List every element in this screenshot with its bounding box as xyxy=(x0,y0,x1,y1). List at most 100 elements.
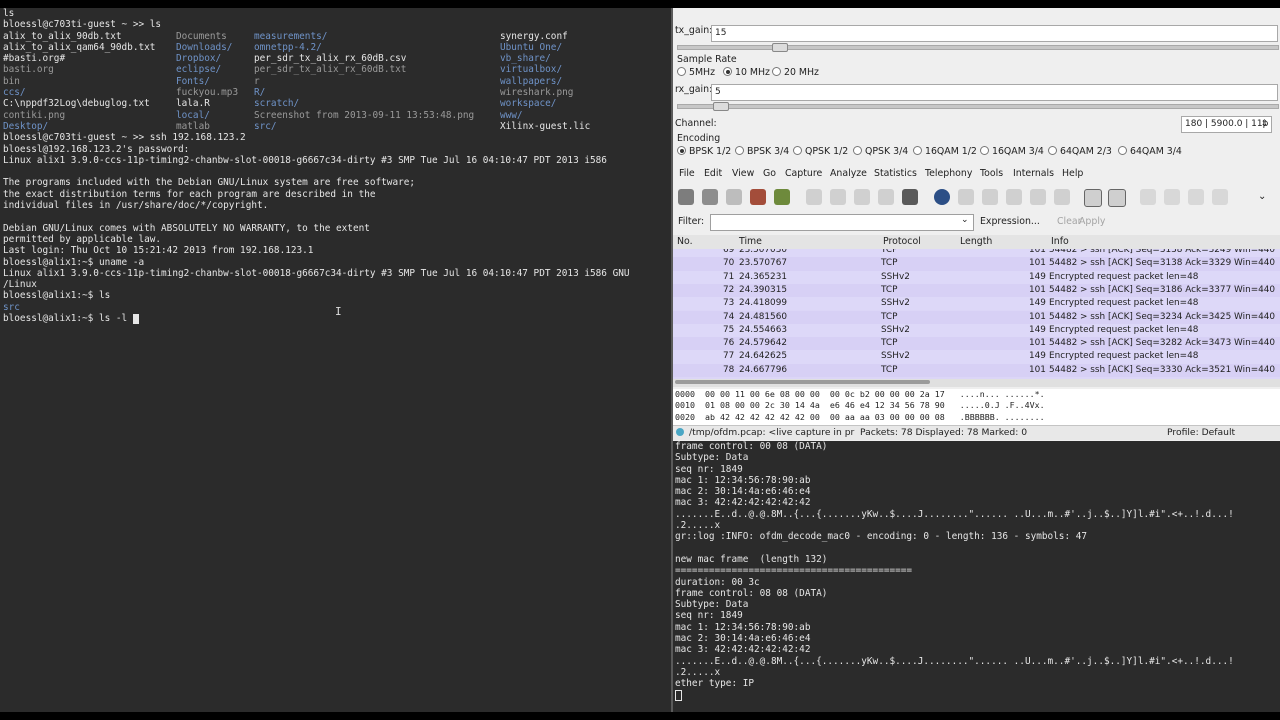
normal-size-icon[interactable] xyxy=(1188,189,1204,205)
right-terminal[interactable]: frame control: 00 08 (DATA) Subtype: Data… xyxy=(673,441,1280,712)
sample-rate-option[interactable]: 20 MHz xyxy=(772,67,819,78)
menu-file[interactable]: File xyxy=(679,168,695,179)
sample-rate-option[interactable]: 5MHz xyxy=(677,67,715,78)
zoom-in-icon[interactable] xyxy=(1140,189,1156,205)
menu-internals[interactable]: Internals xyxy=(1013,168,1054,179)
packet-row[interactable]: 78 24.667796 TCP 101 54482 > ssh [ACK] Seq=3… xyxy=(673,363,1280,377)
menu-capture[interactable]: Capture xyxy=(785,168,822,179)
encoding-option[interactable]: 16QAM 1/2 xyxy=(913,146,977,157)
ls-entry: Documents xyxy=(176,30,227,42)
menu-go[interactable]: Go xyxy=(763,168,776,179)
packet-proto: SSHv2 xyxy=(881,271,910,282)
packet-row[interactable]: 69 23.507030 TCP 101 54482 > ssh [ACK] Seq=3… xyxy=(673,249,1280,258)
tx-gain-input[interactable]: 15 xyxy=(711,25,1278,42)
terminal-active-line[interactable] xyxy=(673,689,1280,701)
go-to-packet-icon[interactable] xyxy=(1006,189,1022,205)
find-packet-icon[interactable] xyxy=(934,189,950,205)
reload-icon[interactable] xyxy=(878,189,894,205)
packet-row[interactable]: 76 24.579642 TCP 101 54482 > ssh [ACK] Seq=3… xyxy=(673,337,1280,351)
tx-gain-slider[interactable] xyxy=(677,43,1279,52)
packet-time: 24.418099 xyxy=(739,298,787,309)
packet-list[interactable]: 69 23.507030 TCP 101 54482 > ssh [ACK] Seq=3… xyxy=(673,249,1280,379)
print-icon[interactable] xyxy=(902,189,918,205)
open-file-icon[interactable] xyxy=(806,189,822,205)
last-packet-icon[interactable] xyxy=(1054,189,1070,205)
radio-icon xyxy=(723,67,732,76)
stop-capture-icon[interactable] xyxy=(750,189,766,205)
packet-row[interactable]: 70 23.570767 TCP 101 54482 > ssh [ACK] Seq=3… xyxy=(673,257,1280,271)
column-info[interactable]: Info xyxy=(1051,236,1069,247)
sample-rate-option[interactable]: 10 MHz xyxy=(723,67,770,78)
clear-button[interactable]: Clear xyxy=(1057,216,1082,227)
menu-statistics[interactable]: Statistics xyxy=(874,168,917,179)
encoding-option[interactable]: BPSK 3/4 xyxy=(735,146,789,157)
terminal-line: the exact distribution terms for each pr… xyxy=(3,188,376,200)
encoding-option[interactable]: 64QAM 2/3 xyxy=(1048,146,1112,157)
packet-row[interactable]: 74 24.481560 TCP 101 54482 > ssh [ACK] Seq=3… xyxy=(673,310,1280,324)
rx-gain-input[interactable]: 5 xyxy=(711,84,1278,101)
first-packet-icon[interactable] xyxy=(1030,189,1046,205)
chevron-down-icon[interactable]: ⌄ xyxy=(961,215,969,225)
filter-input[interactable] xyxy=(710,214,974,231)
go-back-icon[interactable] xyxy=(958,189,974,205)
scrollbar-thumb[interactable] xyxy=(675,380,930,384)
apply-button[interactable]: Apply xyxy=(1079,216,1105,227)
expert-info-icon[interactable] xyxy=(676,428,684,436)
tx-gain-slider-handle[interactable] xyxy=(771,43,788,52)
column-time[interactable]: Time xyxy=(739,236,762,247)
auto-scroll-icon[interactable] xyxy=(1108,189,1126,207)
menu-tools[interactable]: Tools xyxy=(980,168,1003,179)
channel-select[interactable]: 180 | 5900.0 | 11p ⇕ xyxy=(1181,116,1272,133)
interfaces-icon[interactable] xyxy=(678,189,694,205)
rx-gain-slider-handle[interactable] xyxy=(713,102,730,111)
column-length[interactable]: Length xyxy=(960,236,992,247)
encoding-option[interactable]: 16QAM 3/4 xyxy=(980,146,1044,157)
column-protocol[interactable]: Protocol xyxy=(883,236,921,247)
wireshark-window: File Edit View Go Capture Analyze Statistics Te… xyxy=(673,163,1280,441)
encoding-option[interactable]: 64QAM 3/4 xyxy=(1118,146,1182,157)
packet-row[interactable]: 73 24.418099 SSHv2 149 Encrypted request pac… xyxy=(673,297,1280,311)
packet-row[interactable]: 77 24.642625 SSHv2 149 Encrypted request pac… xyxy=(673,350,1280,364)
packet-row[interactable]: 72 24.390315 TCP 101 54482 > ssh [ACK] Seq=3… xyxy=(673,283,1280,298)
terminal-line: frame control: 00 08 (DATA) xyxy=(675,441,828,452)
status-profile[interactable]: Profile: Default xyxy=(1167,427,1235,438)
gnuradio-controls: tx_gain: 15 Sample Rate 5MHz 10 MHz 20 MHz… xyxy=(673,8,1280,163)
packet-len: 101 xyxy=(1029,249,1046,255)
ls-entry: workspace/ xyxy=(500,98,557,110)
options-icon[interactable] xyxy=(702,189,718,205)
ls-row: #basti.org# Dropbox/per_sdr_tx_alix_rx_60… xyxy=(0,53,671,64)
restart-capture-icon[interactable] xyxy=(774,189,790,205)
packet-info: 54482 > ssh [ACK] Seq=3282 Ack=3473 Win=… xyxy=(1049,338,1276,349)
resize-columns-icon[interactable] xyxy=(1212,189,1228,205)
save-file-icon[interactable] xyxy=(830,189,846,205)
packet-bytes-pane[interactable]: 0000 00 00 11 00 6e 08 00 00 00 0c b2 00… xyxy=(673,389,1280,425)
expression-button[interactable]: Expression... xyxy=(980,216,1040,227)
start-capture-icon[interactable] xyxy=(726,189,742,205)
go-forward-icon[interactable] xyxy=(982,189,998,205)
column-no[interactable]: No. xyxy=(677,236,693,247)
packet-list-hscrollbar[interactable] xyxy=(673,379,1280,387)
packet-time: 23.570767 xyxy=(739,258,787,269)
packet-info: 54482 > ssh [ACK] Seq=3234 Ack=3425 Win=… xyxy=(1049,311,1276,322)
ls-entry: Xilinx-guest.lic xyxy=(500,120,591,132)
encoding-option[interactable]: QPSK 1/2 xyxy=(793,146,848,157)
colorize-icon[interactable] xyxy=(1084,189,1102,207)
menu-view[interactable]: View xyxy=(732,168,754,179)
packet-no: 71 xyxy=(723,271,735,282)
encoding-option[interactable]: QPSK 3/4 xyxy=(853,146,908,157)
menu-analyze[interactable]: Analyze xyxy=(830,168,867,179)
menu-edit[interactable]: Edit xyxy=(704,168,722,179)
toolbar-overflow-icon[interactable]: ⌄ xyxy=(1258,191,1266,202)
menu-telephony[interactable]: Telephony xyxy=(925,168,972,179)
left-terminal[interactable]: ls bloessl@c703ti-guest ~ >> ls alix_to_… xyxy=(0,8,671,712)
encoding-option[interactable]: BPSK 1/2 xyxy=(677,146,731,157)
packet-list-header: No. Time Protocol Length Info xyxy=(673,235,1280,250)
menu-help[interactable]: Help xyxy=(1062,168,1083,179)
sample-rate-label: Sample Rate xyxy=(677,54,737,65)
rx-gain-slider[interactable] xyxy=(677,102,1279,111)
close-file-icon[interactable] xyxy=(854,189,870,205)
packet-row[interactable]: 75 24.554663 SSHv2 149 Encrypted request pac… xyxy=(673,323,1280,338)
hex-line: 0020 ab 42 42 42 42 42 42 00 00 aa aa 03… xyxy=(675,411,1045,422)
packet-row[interactable]: 71 24.365231 SSHv2 149 Encrypted request pac… xyxy=(673,270,1280,284)
zoom-out-icon[interactable] xyxy=(1164,189,1180,205)
